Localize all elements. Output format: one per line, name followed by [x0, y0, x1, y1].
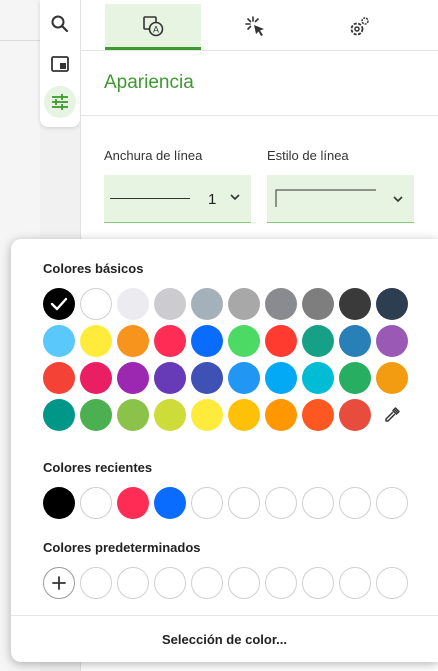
empty-color-slot[interactable]	[265, 567, 297, 599]
color-swatch[interactable]	[80, 362, 112, 394]
empty-color-slot[interactable]	[228, 487, 260, 519]
color-swatch[interactable]	[154, 325, 186, 357]
color-swatch[interactable]	[339, 362, 371, 394]
eyedropper-icon	[385, 407, 400, 422]
check-icon	[50, 297, 68, 311]
plus-icon	[52, 576, 66, 590]
color-swatch[interactable]	[43, 325, 75, 357]
empty-color-slot[interactable]	[265, 487, 297, 519]
color-selection-button[interactable]: Selección de color...	[11, 616, 438, 662]
color-swatch[interactable]	[376, 288, 408, 320]
line-width-label: Anchura de línea	[104, 148, 203, 163]
recent-colors-title: Colores recientes	[43, 460, 153, 475]
line-style-label: Estilo de línea	[267, 148, 349, 163]
color-swatch[interactable]	[154, 362, 186, 394]
color-swatch[interactable]	[43, 362, 75, 394]
empty-color-slot[interactable]	[191, 487, 223, 519]
format-button[interactable]	[44, 86, 76, 118]
color-swatch[interactable]	[265, 399, 297, 431]
empty-color-slot[interactable]	[228, 567, 260, 599]
line-style-preview	[275, 189, 376, 207]
color-swatch[interactable]	[43, 288, 75, 320]
empty-color-slot[interactable]	[154, 567, 186, 599]
empty-color-slot[interactable]	[302, 567, 334, 599]
recent-color-swatch[interactable]	[80, 487, 112, 519]
recent-color-swatch[interactable]	[43, 487, 75, 519]
color-swatch[interactable]	[376, 325, 408, 357]
color-swatch[interactable]	[228, 362, 260, 394]
empty-color-slot[interactable]	[80, 567, 112, 599]
color-swatch[interactable]	[80, 399, 112, 431]
format-icon: A	[143, 15, 164, 36]
gear-icon	[350, 17, 369, 36]
color-swatch[interactable]	[117, 399, 149, 431]
color-swatch[interactable]	[265, 362, 297, 394]
tool-rail	[40, 0, 80, 127]
color-swatch[interactable]	[154, 399, 186, 431]
search-button[interactable]	[44, 8, 76, 40]
color-swatch[interactable]	[265, 325, 297, 357]
empty-color-slot[interactable]	[376, 567, 408, 599]
color-swatch[interactable]	[117, 325, 149, 357]
recent-color-swatch[interactable]	[117, 487, 149, 519]
color-swatch[interactable]	[376, 362, 408, 394]
preset-colors-title: Colores predeterminados	[43, 540, 201, 555]
color-picker-popup	[11, 239, 438, 662]
empty-color-slot[interactable]	[191, 567, 223, 599]
panel-toggle-button[interactable]	[44, 48, 76, 80]
color-swatch[interactable]	[302, 325, 334, 357]
pointer-click-icon	[245, 16, 264, 36]
color-swatch[interactable]	[191, 399, 223, 431]
empty-color-slot[interactable]	[339, 487, 371, 519]
chevron-down-icon	[393, 196, 403, 203]
color-swatch[interactable]	[302, 362, 334, 394]
color-swatch[interactable]	[228, 325, 260, 357]
color-swatch[interactable]	[265, 288, 297, 320]
divider	[80, 115, 438, 116]
line-width-value: 1	[208, 191, 217, 208]
color-swatch[interactable]	[80, 288, 112, 320]
color-swatch[interactable]	[154, 288, 186, 320]
line-preview	[110, 198, 190, 199]
color-swatch[interactable]	[339, 288, 371, 320]
color-swatch[interactable]	[228, 288, 260, 320]
search-icon	[51, 15, 69, 33]
color-swatch[interactable]	[191, 288, 223, 320]
color-swatch[interactable]	[80, 325, 112, 357]
color-swatch[interactable]	[117, 362, 149, 394]
color-swatch[interactable]	[191, 325, 223, 357]
empty-color-slot[interactable]	[376, 487, 408, 519]
tab-settings[interactable]	[311, 4, 407, 50]
line-width-select[interactable]: 1	[104, 175, 251, 223]
panel-icon	[51, 56, 69, 72]
color-swatch[interactable]	[339, 325, 371, 357]
tab-appearance[interactable]: A	[105, 4, 201, 50]
chevron-down-icon	[230, 194, 240, 201]
line-style-select[interactable]	[267, 175, 414, 223]
empty-color-slot[interactable]	[339, 567, 371, 599]
color-swatch[interactable]	[191, 362, 223, 394]
color-swatch[interactable]	[117, 288, 149, 320]
color-swatch[interactable]	[339, 399, 371, 431]
svg-text:A: A	[153, 24, 159, 34]
tab-interactivity[interactable]	[208, 4, 304, 50]
color-swatch[interactable]	[228, 399, 260, 431]
divider	[80, 50, 438, 51]
basic-colors-title: Colores básicos	[43, 261, 144, 276]
empty-color-slot[interactable]	[117, 567, 149, 599]
color-swatch[interactable]	[43, 399, 75, 431]
empty-color-slot[interactable]	[302, 487, 334, 519]
sliders-icon	[52, 94, 68, 110]
eyedropper-button[interactable]	[376, 399, 408, 431]
color-swatch[interactable]	[302, 399, 334, 431]
section-title: Apariencia	[104, 72, 194, 93]
add-color-button[interactable]	[43, 567, 75, 599]
recent-color-swatch[interactable]	[154, 487, 186, 519]
color-swatch[interactable]	[302, 288, 334, 320]
